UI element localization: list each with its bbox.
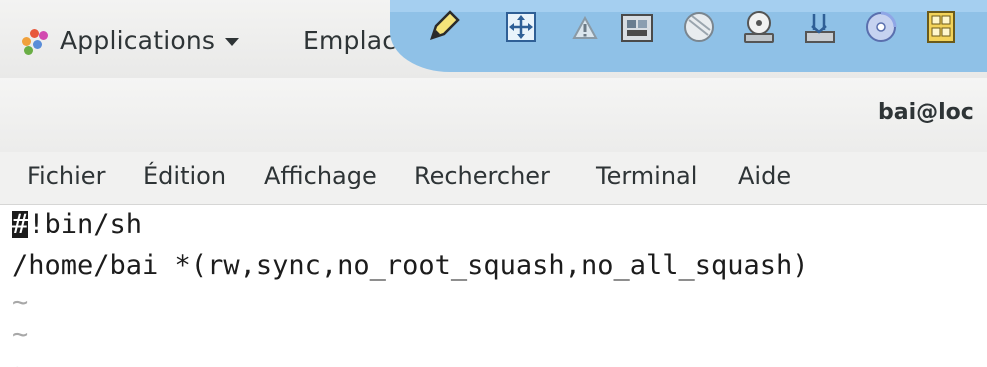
empty-line-marker: ~: [12, 287, 29, 318]
pen-icon[interactable]: [424, 8, 462, 46]
menu-affichage[interactable]: Affichage: [264, 162, 377, 190]
terminal-menubar: Fichier Édition Affichage Rechercher Ter…: [0, 152, 987, 205]
cda-icon[interactable]: [922, 8, 960, 46]
terminal-line: #!bin/sh: [12, 211, 142, 238]
warning-triangle-icon[interactable]: [566, 8, 604, 46]
screen: Applications Emplace. bai@loc Fichier Éd…: [0, 0, 987, 367]
menu-fichier[interactable]: Fichier: [27, 162, 105, 190]
disk-install-icon[interactable]: [800, 8, 838, 46]
terminal-line: /home/bai *(rw,sync,no_root_squash,no_al…: [12, 252, 809, 279]
gnome-foot-icon: [20, 25, 50, 55]
terminal-line-text: /home/bai *(rw,sync,no_root_squash,no_al…: [12, 250, 809, 281]
empty-line-marker: ~: [12, 355, 28, 367]
top-panel: Applications Emplace.: [0, 0, 987, 78]
disc-drive-icon[interactable]: [740, 8, 778, 46]
sphere-icon[interactable]: [680, 8, 718, 46]
chevron-down-icon: [225, 37, 240, 46]
dvd-icon[interactable]: [862, 8, 900, 46]
launcher-bar: [390, 0, 987, 72]
window-title: bai@loc: [878, 100, 974, 125]
terminal-output[interactable]: #!bin/sh /home/bai *(rw,sync,no_root_squ…: [0, 205, 987, 367]
move-icon[interactable]: [502, 8, 540, 46]
menu-rechercher[interactable]: Rechercher: [414, 162, 550, 190]
applications-label: Applications: [60, 25, 216, 55]
text-cursor: #: [12, 209, 29, 240]
window-title-bar[interactable]: bai@loc: [0, 78, 987, 152]
empty-line-marker: ~: [12, 319, 29, 350]
applications-menu[interactable]: Applications: [20, 22, 240, 58]
menu-edition[interactable]: Édition: [143, 162, 226, 190]
menu-terminal[interactable]: Terminal: [596, 162, 697, 190]
menu-aide[interactable]: Aide: [738, 162, 791, 190]
film-icon[interactable]: [618, 8, 656, 46]
terminal-line-text: !bin/sh: [28, 209, 143, 240]
